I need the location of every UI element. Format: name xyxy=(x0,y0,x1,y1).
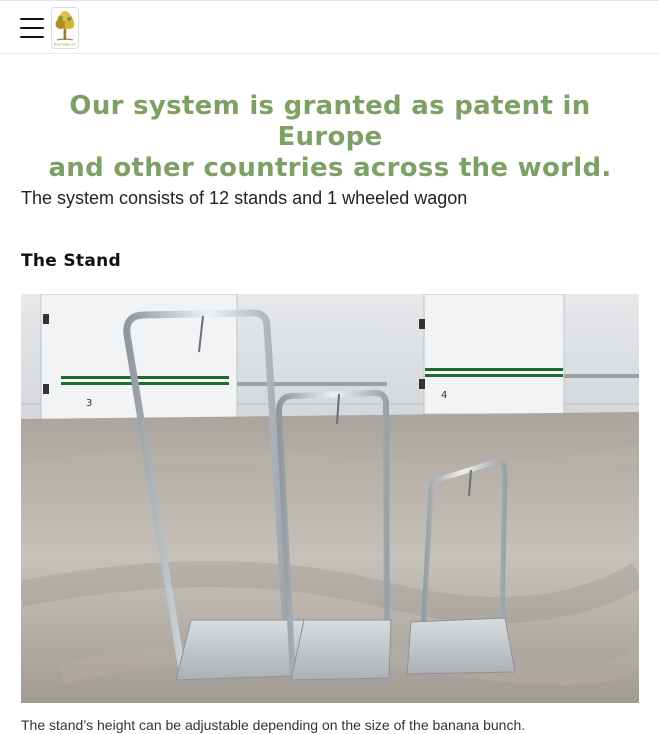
headline-line-1: Our system is granted as patent in Europ… xyxy=(69,91,591,152)
menu-bar-middle xyxy=(20,27,44,29)
tree-logo-icon: ByeTheBunch xyxy=(51,7,79,49)
site-header: ByeTheBunch xyxy=(0,0,659,54)
door-4: 4 xyxy=(419,294,565,415)
page-headline: Our system is granted as patent in Europ… xyxy=(20,91,640,184)
stands-illustration: 3 4 xyxy=(21,294,639,703)
stand-caption: The stand’s height can be adjustable dep… xyxy=(21,717,526,733)
headline-line-2: and other countries across the world. xyxy=(48,153,612,183)
menu-bar-top xyxy=(20,18,44,20)
door-number-4: 4 xyxy=(441,390,447,401)
site-logo[interactable]: ByeTheBunch xyxy=(51,7,79,49)
hamburger-menu-icon[interactable] xyxy=(20,18,44,38)
stand-photo: 3 4 xyxy=(21,294,639,703)
door-number-3: 3 xyxy=(86,398,92,409)
intro-text: The system consists of 12 stands and 1 w… xyxy=(21,188,468,208)
stand-section-title: The Stand xyxy=(21,251,121,271)
menu-bar-bottom xyxy=(20,36,44,38)
logo-text: ByeTheBunch xyxy=(54,43,77,47)
